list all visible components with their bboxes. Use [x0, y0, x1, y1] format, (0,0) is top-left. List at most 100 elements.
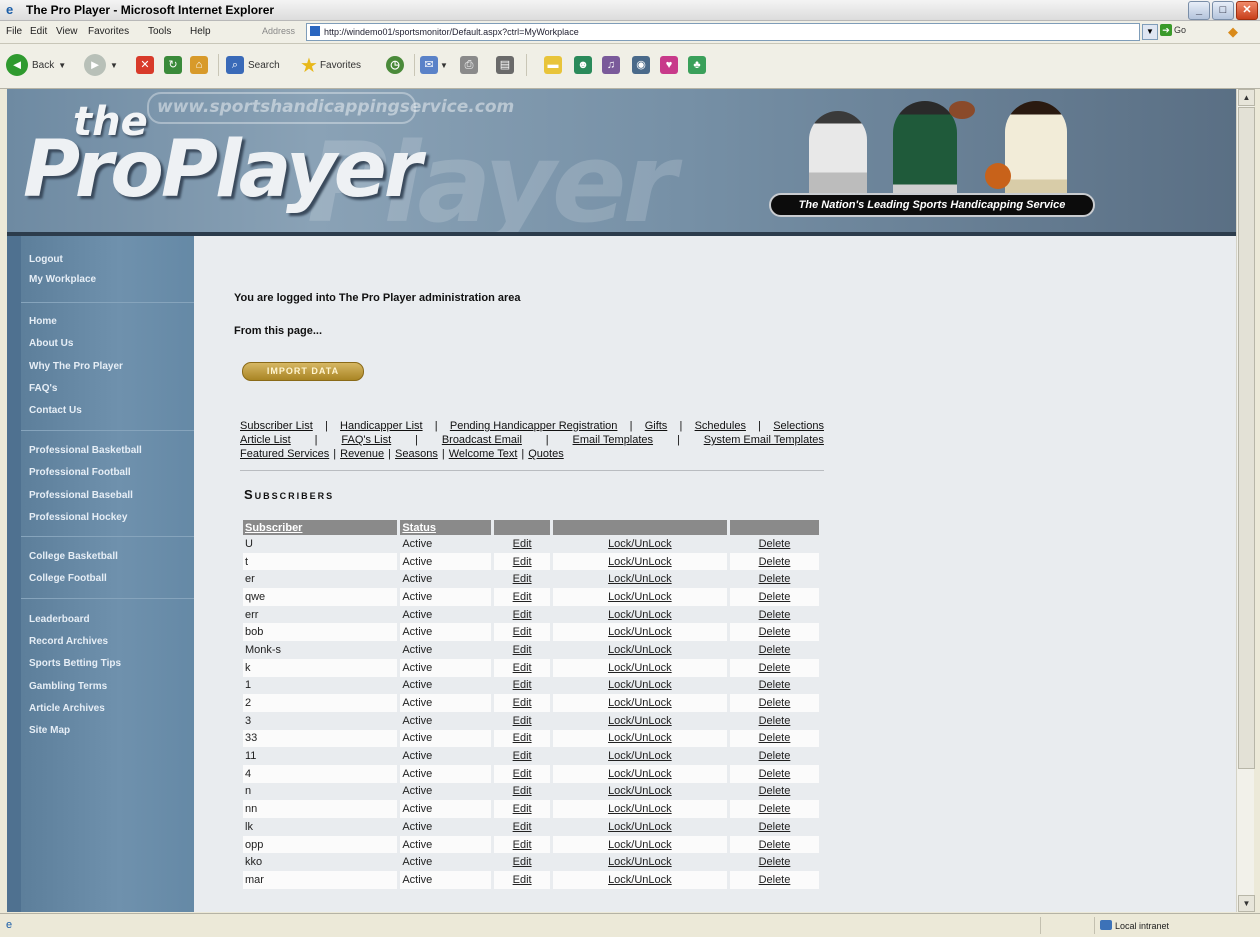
sidebar-item-gambling-terms[interactable]: Gambling Terms	[29, 681, 107, 692]
vertical-scrollbar[interactable]: ▲ ▼	[1236, 89, 1255, 912]
edit-link[interactable]: Edit	[513, 839, 532, 851]
sidebar-item-home[interactable]: Home	[29, 316, 57, 327]
edit-link[interactable]: Edit	[513, 768, 532, 780]
edit-link[interactable]: Edit	[513, 573, 532, 585]
lock-unlock-link[interactable]: Lock/UnLock	[608, 768, 672, 780]
lock-unlock-link[interactable]: Lock/UnLock	[608, 538, 672, 550]
lock-unlock-link[interactable]: Lock/UnLock	[608, 591, 672, 603]
lock-unlock-link[interactable]: Lock/UnLock	[608, 821, 672, 833]
media-button[interactable]: ♫	[602, 52, 620, 78]
tool-button-yahoo[interactable]: ♥	[660, 52, 678, 78]
scroll-down-icon[interactable]: ▼	[1238, 895, 1255, 912]
edit-link[interactable]: Edit	[513, 591, 532, 603]
folder-button[interactable]: ▬	[544, 52, 562, 78]
sidebar-item-pro-football[interactable]: Professional Football	[29, 467, 131, 478]
lock-unlock-link[interactable]: Lock/UnLock	[608, 679, 672, 691]
sidebar-item-college-basketball[interactable]: College Basketball	[29, 551, 118, 562]
lock-unlock-link[interactable]: Lock/UnLock	[608, 803, 672, 815]
mail-button[interactable]: ✉ ▼	[420, 52, 448, 78]
menu-tools[interactable]: Tools	[148, 26, 171, 37]
sidebar-item-betting-tips[interactable]: Sports Betting Tips	[29, 658, 121, 669]
link-subscriber-list[interactable]: Subscriber List	[240, 419, 313, 433]
delete-link[interactable]: Delete	[759, 697, 791, 709]
lock-unlock-link[interactable]: Lock/UnLock	[608, 874, 672, 886]
sidebar-item-pro-hockey[interactable]: Professional Hockey	[29, 512, 127, 523]
edit-link[interactable]: Edit	[513, 874, 532, 886]
tool-button-extra[interactable]: ♣	[688, 52, 706, 78]
delete-link[interactable]: Delete	[759, 768, 791, 780]
edit-link[interactable]: Edit	[513, 679, 532, 691]
back-button[interactable]: ◄ Back ▼	[6, 52, 66, 78]
favorites-button[interactable]: ★ Favorites	[300, 52, 361, 78]
maximize-button[interactable]: □	[1212, 1, 1234, 20]
lock-unlock-link[interactable]: Lock/UnLock	[608, 785, 672, 797]
delete-link[interactable]: Delete	[759, 821, 791, 833]
delete-link[interactable]: Delete	[759, 644, 791, 656]
edit-link[interactable]: Edit	[513, 626, 532, 638]
address-field[interactable]: http://windemo01/sportsmonitor/Default.a…	[306, 23, 1140, 41]
lock-unlock-link[interactable]: Lock/UnLock	[608, 732, 672, 744]
delete-link[interactable]: Delete	[759, 538, 791, 550]
edit-link[interactable]: Edit	[513, 662, 532, 674]
menu-edit[interactable]: Edit	[30, 26, 47, 37]
sidebar-item-pro-baseball[interactable]: Professional Baseball	[29, 490, 133, 501]
edit-link[interactable]: Edit	[513, 785, 532, 797]
delete-link[interactable]: Delete	[759, 803, 791, 815]
lock-unlock-link[interactable]: Lock/UnLock	[608, 750, 672, 762]
delete-link[interactable]: Delete	[759, 839, 791, 851]
link-article-list[interactable]: Article List	[240, 433, 291, 447]
scroll-up-icon[interactable]: ▲	[1238, 89, 1255, 106]
go-button[interactable]: ➔ Go	[1160, 24, 1186, 36]
forward-button[interactable]: ► ▼	[84, 52, 118, 78]
sidebar-item-faqs[interactable]: FAQ's	[29, 383, 58, 394]
delete-link[interactable]: Delete	[759, 679, 791, 691]
lock-unlock-link[interactable]: Lock/UnLock	[608, 697, 672, 709]
lock-unlock-link[interactable]: Lock/UnLock	[608, 662, 672, 674]
delete-link[interactable]: Delete	[759, 856, 791, 868]
menu-file[interactable]: File	[6, 26, 22, 37]
link-welcome-text[interactable]: Welcome Text	[449, 447, 518, 461]
link-quotes[interactable]: Quotes	[528, 447, 563, 461]
link-gifts[interactable]: Gifts	[645, 419, 668, 433]
link-pending-registration[interactable]: Pending Handicapper Registration	[450, 419, 618, 433]
sidebar-item-logout[interactable]: Logout	[29, 254, 63, 265]
sidebar-item-site-map[interactable]: Site Map	[29, 725, 70, 736]
delete-link[interactable]: Delete	[759, 556, 791, 568]
link-schedules[interactable]: Schedules	[695, 419, 746, 433]
edit-link[interactable]: Edit	[513, 856, 532, 868]
delete-link[interactable]: Delete	[759, 591, 791, 603]
lock-unlock-link[interactable]: Lock/UnLock	[608, 715, 672, 727]
address-dropdown-icon[interactable]: ▼	[1142, 24, 1158, 40]
sidebar-item-pro-basketball[interactable]: Professional Basketball	[29, 445, 142, 456]
delete-link[interactable]: Delete	[759, 573, 791, 585]
sidebar-item-about-us[interactable]: About Us	[29, 338, 73, 349]
edit-link[interactable]: Edit	[513, 821, 532, 833]
edit-link[interactable]: Edit	[513, 803, 532, 815]
delete-link[interactable]: Delete	[759, 732, 791, 744]
close-button[interactable]: ✕	[1236, 1, 1258, 20]
sidebar-item-why-pro-player[interactable]: Why The Pro Player	[29, 361, 123, 372]
sidebar-item-record-archives[interactable]: Record Archives	[29, 636, 108, 647]
refresh-button[interactable]: ↻	[164, 52, 182, 78]
link-selections[interactable]: Selections	[773, 419, 824, 433]
search-button[interactable]: ⌕ Search	[226, 52, 280, 78]
edit-link[interactable]: Edit	[513, 732, 532, 744]
lock-unlock-link[interactable]: Lock/UnLock	[608, 573, 672, 585]
edit-link[interactable]: Edit	[513, 538, 532, 550]
link-email-templates[interactable]: Email Templates	[573, 433, 654, 447]
header-status[interactable]: Status	[400, 520, 492, 535]
lock-unlock-link[interactable]: Lock/UnLock	[608, 839, 672, 851]
edit-link[interactable]: Edit	[513, 644, 532, 656]
lock-unlock-link[interactable]: Lock/UnLock	[608, 626, 672, 638]
menu-help[interactable]: Help	[190, 26, 211, 37]
edit-link[interactable]: Edit	[513, 715, 532, 727]
header-subscriber[interactable]: Subscriber	[243, 520, 398, 535]
print-button[interactable]: ⎙	[460, 52, 478, 78]
delete-link[interactable]: Delete	[759, 626, 791, 638]
menu-view[interactable]: View	[56, 26, 78, 37]
link-handicapper-list[interactable]: Handicapper List	[340, 419, 423, 433]
edit-page-button[interactable]: ▤	[496, 52, 514, 78]
link-faqs-list[interactable]: FAQ's List	[341, 433, 391, 447]
delete-link[interactable]: Delete	[759, 874, 791, 886]
scrollbar-thumb[interactable]	[1238, 107, 1255, 769]
